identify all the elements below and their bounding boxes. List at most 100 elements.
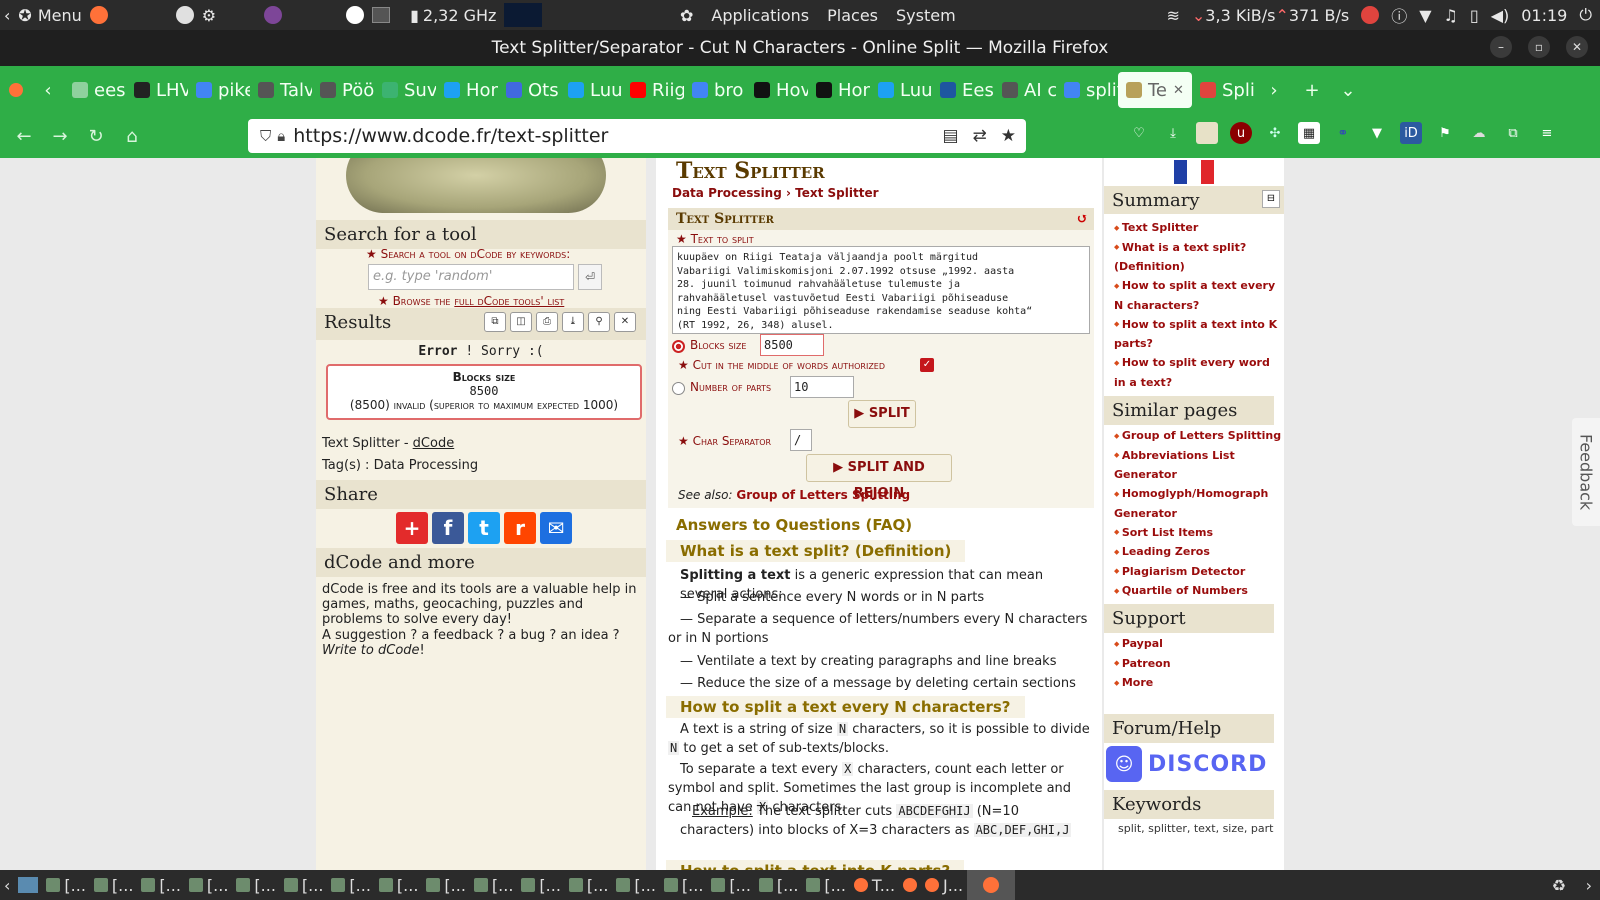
close-tab-icon[interactable]: ✕: [1173, 83, 1184, 98]
discord-button[interactable]: ☺ DISCORD: [1106, 746, 1267, 782]
taskbar-window-16[interactable]: [...: [802, 876, 850, 895]
panel-menu-places[interactable]: Places: [827, 6, 878, 25]
firefox-view-icon[interactable]: [0, 72, 32, 108]
write-to-dcode-link[interactable]: Write to dCode: [322, 643, 420, 658]
full-tools-list-link[interactable]: full dCode tools' list: [454, 294, 564, 308]
tab-1[interactable]: LHV: [126, 72, 188, 108]
tab-0[interactable]: eest: [64, 72, 126, 108]
taskbar-firefox-1[interactable]: T...: [850, 876, 899, 895]
power-icon[interactable]: ⏻: [1579, 5, 1592, 25]
print-icon[interactable]: ⎙: [536, 312, 558, 332]
new-tab-button[interactable]: +: [1296, 72, 1328, 108]
tab-11[interactable]: Hov: [746, 72, 808, 108]
twitter-share-icon[interactable]: t: [468, 512, 500, 544]
tab-list-button[interactable]: ⌄: [1332, 72, 1364, 108]
reset-icon[interactable]: ↺: [1076, 211, 1088, 227]
taskbar-window-13[interactable]: [...: [660, 876, 708, 895]
tab-7[interactable]: Ots: [498, 72, 560, 108]
extension-gray-icon[interactable]: ✣: [1264, 122, 1286, 144]
tab-10[interactable]: bro: [684, 72, 746, 108]
taskbar-window-1[interactable]: [...: [90, 876, 138, 895]
tab-6[interactable]: Hon: [436, 72, 498, 108]
pin-icon[interactable]: ⚲: [588, 312, 610, 332]
net-speed[interactable]: ⌄3,3 KiB/s⌃371 B/s: [1192, 6, 1349, 25]
calendar-icon[interactable]: ▦: [1298, 122, 1320, 144]
cut-words-checkbox[interactable]: ✓: [920, 358, 934, 372]
taskbar-window-3[interactable]: [...: [185, 876, 233, 895]
update-notifier-icon[interactable]: [1361, 6, 1380, 24]
taskbar-window-6[interactable]: [...: [327, 876, 375, 895]
a-app-icon[interactable]: [172, 0, 198, 30]
translate-icon[interactable]: ⇄: [973, 126, 987, 146]
opera-icon[interactable]: [342, 0, 368, 30]
tab-9[interactable]: Riig: [622, 72, 684, 108]
reader-view-icon[interactable]: ▤: [942, 126, 958, 146]
email-share-icon[interactable]: ✉: [540, 512, 572, 544]
extension-box-icon[interactable]: [1196, 122, 1218, 144]
breadcrumb-data-processing[interactable]: Data Processing: [672, 186, 782, 200]
shield-icon[interactable]: ⛉: [260, 127, 271, 145]
maximize-button[interactable]: ▫: [1528, 36, 1550, 58]
summary-link[interactable]: What is a text split? (Definition): [1104, 238, 1284, 277]
taskbar-window-5[interactable]: [...: [280, 876, 328, 895]
taskbar-window-4[interactable]: [...: [232, 876, 280, 895]
tab-5[interactable]: Suvi: [374, 72, 436, 108]
split-and-rejoin-button[interactable]: ▶ SPLIT AND REJOIN: [806, 454, 952, 501]
taskbar-window-15[interactable]: [...: [755, 876, 803, 895]
tab-12[interactable]: Hon: [808, 72, 870, 108]
ublock-icon[interactable]: u: [1230, 122, 1252, 144]
volume-icon[interactable]: ◀): [1491, 6, 1510, 25]
menu-button[interactable]: ✪ Menu: [14, 0, 85, 30]
panel-left-arrow[interactable]: ‹: [0, 0, 14, 30]
blocks-size-radio[interactable]: [672, 340, 685, 353]
gear-app-icon[interactable]: ⚙: [198, 0, 220, 30]
reload-button[interactable]: ↻: [78, 118, 114, 154]
text-to-split-textarea[interactable]: kuupäev on Riigi Teataja väljaandja pool…: [672, 246, 1090, 334]
number-of-parts-radio[interactable]: [672, 382, 685, 395]
tab-15[interactable]: AI c: [994, 72, 1056, 108]
taskbar-window-7[interactable]: [...: [375, 876, 423, 895]
taskbar-firefox-active[interactable]: [967, 870, 1016, 900]
search-submit-button[interactable]: ⏎: [578, 264, 602, 290]
tab-16[interactable]: split: [1056, 72, 1118, 108]
similar-link[interactable]: Leading Zeros: [1104, 542, 1284, 562]
breadcrumb-text-splitter[interactable]: Text Splitter: [795, 186, 878, 200]
url-bar[interactable]: ⛉ 🔒︎ https://www.dcode.fr/text-splitter …: [248, 119, 1026, 153]
taskbar-window-11[interactable]: [...: [565, 876, 613, 895]
lock-icon[interactable]: 🔒︎: [277, 127, 285, 145]
see-also-link[interactable]: Group of Letters Splitting: [736, 488, 910, 502]
taskbar-firefox-icon-only[interactable]: [899, 878, 921, 892]
downloads-icon[interactable]: ⤓: [1162, 122, 1184, 144]
id-extension-icon[interactable]: iD: [1400, 122, 1422, 144]
trash-icon[interactable]: ♻: [1548, 876, 1570, 895]
extensions-puzzle-icon[interactable]: ⧉: [1502, 122, 1524, 144]
similar-link[interactable]: Homoglyph/Homograph Generator: [1104, 484, 1284, 523]
tor-icon[interactable]: [260, 0, 286, 30]
home-button[interactable]: ⌂: [114, 118, 150, 154]
support-link[interactable]: Paypal: [1104, 634, 1284, 654]
taskbar-window-12[interactable]: [...: [612, 876, 660, 895]
taskbar-firefox-2[interactable]: J...: [921, 876, 967, 895]
back-button[interactable]: ←: [6, 118, 42, 154]
char-separator-input[interactable]: /: [790, 429, 812, 451]
minimize-button[interactable]: –: [1490, 36, 1512, 58]
vpn-us-icon[interactable]: ⚑: [1434, 122, 1456, 144]
taskbar-window-2[interactable]: [...: [137, 876, 185, 895]
bookmark-star-icon[interactable]: ★: [1001, 126, 1016, 146]
pocket-icon[interactable]: ♡: [1128, 122, 1150, 144]
bell-icon[interactable]: ♫: [1444, 6, 1458, 25]
screenshot-icon[interactable]: ◫: [510, 312, 532, 332]
close-window-button[interactable]: ✕: [1566, 36, 1588, 58]
summary-link[interactable]: How to split every word in a text?: [1104, 353, 1284, 392]
filter-icon[interactable]: ▼: [1366, 122, 1388, 144]
support-link[interactable]: Patreon: [1104, 654, 1284, 674]
panel-menu-system[interactable]: System: [896, 6, 956, 25]
tab-4[interactable]: Pöö: [312, 72, 374, 108]
feedback-tab[interactable]: Feedback: [1572, 418, 1600, 526]
tab-14[interactable]: Ees: [932, 72, 994, 108]
taskbar-right-arrow[interactable]: ›: [1582, 876, 1596, 895]
tab-18[interactable]: Spli: [1192, 72, 1254, 108]
cloud-icon[interactable]: ☁: [1468, 122, 1490, 144]
tab-scroll-right-button[interactable]: ›: [1258, 72, 1290, 108]
collapse-summary-icon[interactable]: ⊟: [1262, 190, 1280, 208]
